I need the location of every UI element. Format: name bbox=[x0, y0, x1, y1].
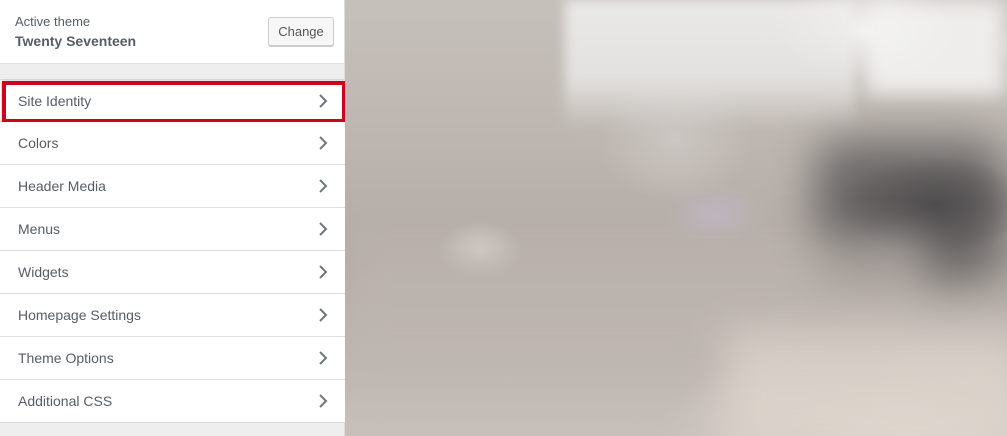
chevron-right-icon bbox=[317, 350, 329, 366]
section-label: Menus bbox=[18, 221, 61, 237]
section-header-media[interactable]: Header Media bbox=[0, 165, 345, 208]
customizer-sections: Site Identity Colors Header Media Menus … bbox=[0, 79, 346, 423]
chevron-right-icon bbox=[317, 135, 329, 151]
preview-window-blur bbox=[865, 0, 1005, 95]
section-label: Additional CSS bbox=[18, 393, 113, 409]
customizer-sidebar: Active theme Twenty Seventeen Change Sit… bbox=[0, 0, 346, 436]
preview-floor-blur bbox=[725, 330, 1007, 436]
chevron-right-icon bbox=[317, 93, 329, 109]
section-colors[interactable]: Colors bbox=[0, 122, 345, 165]
chevron-right-icon bbox=[317, 307, 329, 323]
section-site-identity[interactable]: Site Identity bbox=[0, 79, 346, 123]
section-label: Colors bbox=[18, 135, 59, 151]
chevron-right-icon bbox=[317, 178, 329, 194]
site-preview[interactable] bbox=[345, 0, 1007, 436]
section-label: Theme Options bbox=[18, 350, 114, 366]
chevron-right-icon bbox=[317, 221, 329, 237]
section-label: Site Identity bbox=[18, 92, 92, 109]
section-menus[interactable]: Menus bbox=[0, 208, 345, 251]
section-label: Header Media bbox=[18, 178, 106, 194]
customizer: Active theme Twenty Seventeen Change Sit… bbox=[0, 0, 1007, 436]
section-widgets[interactable]: Widgets bbox=[0, 251, 345, 294]
active-theme-panel: Active theme Twenty Seventeen Change bbox=[0, 0, 344, 64]
chevron-right-icon bbox=[317, 393, 329, 409]
section-theme-options[interactable]: Theme Options bbox=[0, 337, 345, 380]
section-additional-css[interactable]: Additional CSS bbox=[0, 380, 345, 423]
section-homepage-settings[interactable]: Homepage Settings bbox=[0, 294, 345, 337]
section-label: Widgets bbox=[18, 264, 69, 280]
chevron-right-icon bbox=[317, 264, 329, 280]
section-label: Homepage Settings bbox=[18, 307, 141, 323]
change-theme-button[interactable]: Change bbox=[268, 17, 334, 46]
preview-window-blur bbox=[565, 0, 855, 130]
